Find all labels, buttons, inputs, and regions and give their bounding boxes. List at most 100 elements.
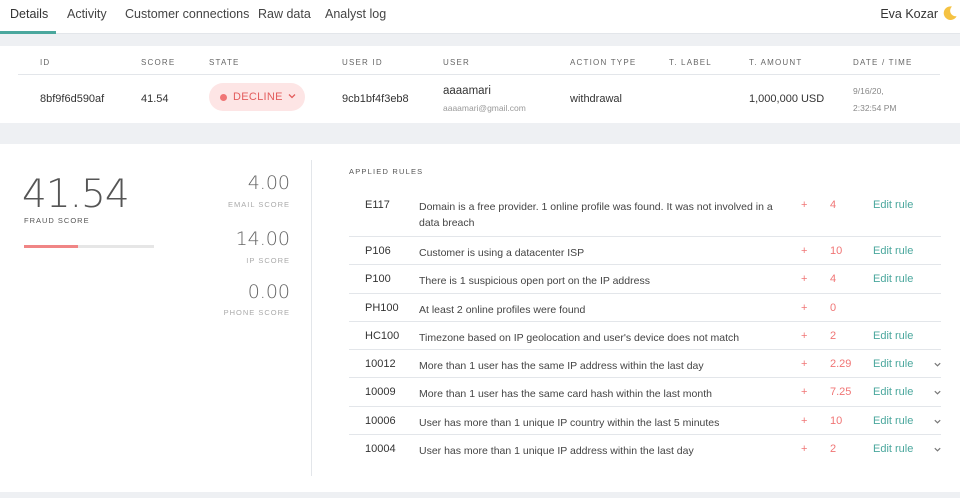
- action-type: withdrawal: [570, 93, 622, 105]
- state-value: DECLINE: [233, 91, 283, 103]
- rule-code: 10004: [365, 443, 396, 456]
- col-header-user: USER: [443, 58, 471, 67]
- details-panel: 41.54 FRAUD SCORE 4.00 EMAIL SCORE 14.00…: [0, 144, 960, 492]
- col-header-action-type: ACTION TYPE: [570, 58, 637, 67]
- rule-code: 10012: [365, 358, 396, 371]
- rule-row: 10004 User has more than 1 unique IP add…: [349, 435, 941, 463]
- edit-rule-link[interactable]: Edit rule: [873, 245, 913, 257]
- transaction-score: 41.54: [141, 93, 169, 105]
- tab-raw-data[interactable]: Raw data: [258, 7, 311, 21]
- active-tab-indicator: [0, 31, 56, 34]
- header-divider: [18, 74, 940, 75]
- rule-points: 4: [830, 273, 837, 286]
- time-value: 2:32:54 PM: [853, 103, 897, 113]
- rule-points: 10: [830, 245, 843, 257]
- rule-description: Timezone based on IP geolocation and use…: [419, 331, 740, 344]
- edit-rule-link[interactable]: Edit rule: [873, 443, 913, 455]
- edit-rule-link[interactable]: Edit rule: [873, 273, 913, 285]
- edit-rule-link[interactable]: Edit rule: [873, 358, 913, 370]
- col-header-t-amount: T. AMOUNT: [749, 58, 803, 67]
- rule-sign: +: [801, 245, 808, 257]
- chevron-down-icon: [288, 94, 296, 99]
- rule-code: 10006: [365, 414, 396, 427]
- rule-code: P100: [365, 273, 391, 286]
- edit-rule-link[interactable]: Edit rule: [873, 199, 913, 211]
- rule-points: 2: [830, 443, 837, 456]
- user-name[interactable]: Eva Kozar: [880, 7, 938, 21]
- col-header-id: ID: [40, 58, 51, 67]
- rule-description: User has more than 1 unique IP country w…: [419, 416, 720, 429]
- email-score-label: EMAIL SCORE: [228, 200, 290, 209]
- phone-score-label: PHONE SCORE: [223, 308, 290, 317]
- state-dropdown[interactable]: DECLINE: [209, 83, 305, 111]
- edit-rule-link[interactable]: Edit rule: [873, 415, 913, 427]
- rule-points: 2.29: [830, 358, 852, 371]
- rule-row: HC100 Timezone based on IP geolocation a…: [349, 322, 941, 351]
- rule-sign: +: [801, 199, 808, 211]
- rule-points: 7.25: [830, 386, 852, 399]
- rule-description: More than 1 user has the same IP address…: [419, 360, 704, 373]
- fraud-score-value: 41.54: [22, 172, 130, 217]
- fraud-score-bar: [24, 245, 154, 248]
- tab-analyst-log[interactable]: Analyst log: [325, 7, 386, 21]
- col-header-date-time: DATE / TIME: [853, 58, 913, 67]
- rule-code: PH100: [365, 301, 399, 314]
- transaction-id[interactable]: 8bf9f6d590af: [40, 93, 104, 105]
- chevron-down-icon[interactable]: [933, 388, 942, 397]
- rule-code: E117: [365, 199, 390, 211]
- col-header-state: STATE: [209, 58, 240, 67]
- chevron-down-icon[interactable]: [933, 360, 942, 369]
- rule-row: E117 Domain is a free provider. 1 online…: [349, 194, 941, 237]
- rule-row: PH100 At least 2 online profiles were fo…: [349, 294, 941, 322]
- rule-description: Domain is a free provider. 1 online prof…: [419, 201, 773, 229]
- rule-row: 10009 More than 1 user has the same card…: [349, 378, 942, 407]
- email-score-value: 4.00: [247, 172, 290, 194]
- ip-score-label: IP SCORE: [246, 256, 290, 265]
- rule-code: 10009: [365, 386, 396, 399]
- rule-description: Customer is using a datacenter ISP: [419, 247, 585, 259]
- user-id[interactable]: 9cb1bf4f3eb8: [342, 93, 409, 105]
- state-dot-icon: [220, 94, 227, 101]
- rule-description: User has more than 1 unique IP address w…: [419, 445, 694, 458]
- rule-code: P106: [365, 245, 391, 257]
- rule-description: There is 1 suspicious open port on the I…: [419, 275, 650, 288]
- tab-customer-connections[interactable]: Customer connections: [125, 7, 249, 21]
- rule-points: 4: [830, 199, 837, 211]
- col-header-score: SCORE: [141, 58, 176, 67]
- rule-row: 10012 More than 1 user has the same IP a…: [349, 350, 942, 379]
- user-name-value[interactable]: aaaamari: [443, 85, 491, 97]
- date-value: 9/16/20,: [853, 86, 884, 96]
- rule-sign: +: [801, 414, 808, 427]
- rule-description: At least 2 online profiles were found: [419, 303, 586, 316]
- phone-score-value: 0.00: [247, 281, 290, 303]
- rule-sign: +: [801, 358, 808, 371]
- chevron-down-icon[interactable]: [933, 445, 942, 454]
- rule-row: P100 There is 1 suspicious open port on …: [349, 265, 941, 294]
- rule-sign: +: [801, 443, 808, 456]
- fraud-score-label: FRAUD SCORE: [24, 216, 90, 225]
- rule-points: 10: [830, 414, 843, 427]
- ip-score-value: 14.00: [235, 228, 290, 250]
- edit-rule-link[interactable]: Edit rule: [873, 386, 913, 398]
- rule-row: P106 Customer is using a datacenter ISP …: [349, 237, 941, 266]
- applied-rules-list: E117 Domain is a free provider. 1 online…: [349, 194, 941, 463]
- rule-sign: +: [801, 301, 808, 314]
- col-header-user-id: USER ID: [342, 58, 383, 67]
- rule-description: More than 1 user has the same card hash …: [419, 388, 712, 401]
- crescent-avatar-icon[interactable]: [942, 5, 958, 21]
- user-email: aaaamari@gmail.com: [443, 103, 526, 113]
- rule-sign: +: [801, 386, 808, 399]
- transaction-amount: 1,000,000 USD: [749, 93, 825, 105]
- edit-rule-link[interactable]: Edit rule: [873, 330, 913, 342]
- panel-divider: [311, 160, 312, 476]
- tab-details[interactable]: Details: [10, 7, 48, 21]
- col-header-t-label: T. LABEL: [669, 58, 712, 67]
- rule-points: 2: [830, 329, 837, 342]
- applied-rules-title: APPLIED RULES: [349, 167, 424, 176]
- rule-sign: +: [801, 329, 808, 342]
- fraud-score-bar-fill: [24, 245, 78, 248]
- chevron-down-icon[interactable]: [933, 417, 942, 426]
- rule-points: 0: [830, 301, 837, 314]
- rule-row: 10006 User has more than 1 unique IP cou…: [349, 407, 942, 436]
- tab-activity[interactable]: Activity: [67, 7, 107, 21]
